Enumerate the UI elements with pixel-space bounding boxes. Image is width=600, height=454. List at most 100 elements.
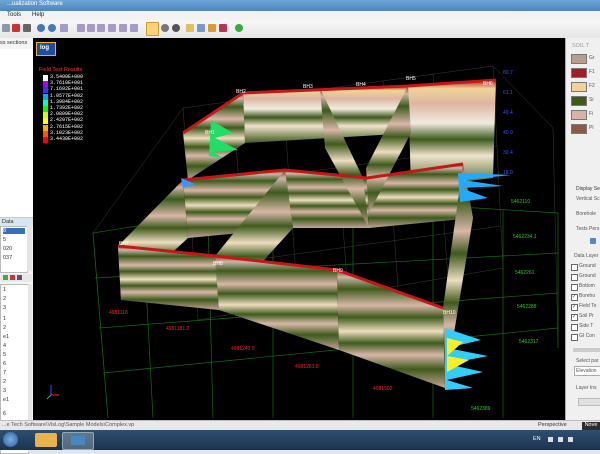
- soil-swatch[interactable]: [571, 68, 587, 78]
- zoom-icon[interactable]: [37, 24, 45, 32]
- tree-item[interactable]: 3: [3, 305, 6, 311]
- network-icon[interactable]: [548, 437, 553, 442]
- battery-icon[interactable]: [568, 437, 573, 442]
- volume-icon[interactable]: [558, 437, 563, 442]
- start-button[interactable]: [3, 432, 18, 447]
- toolbar: [0, 20, 600, 39]
- list-scrollbar[interactable]: [27, 226, 32, 271]
- remove-icon[interactable]: [10, 275, 15, 280]
- settings-icon[interactable]: [172, 24, 180, 32]
- 3d-viewport[interactable]: BH2 BH3 BH4 BH5 BH6 BH1 BH7 BH8 BH9 BH10…: [33, 38, 565, 420]
- view-top-icon[interactable]: [119, 24, 127, 32]
- legend-value: 3.4430E+002: [50, 136, 84, 142]
- tree-item[interactable]: 1: [3, 287, 6, 293]
- axis-x-tick: 4981181.2: [166, 326, 189, 332]
- axis-y-tick: 5462389: [471, 406, 491, 412]
- tree-item[interactable]: e1: [3, 334, 9, 340]
- edit-icon[interactable]: [17, 275, 22, 280]
- layer-checkbox[interactable]: ✓: [571, 304, 578, 311]
- view-back-icon[interactable]: [87, 24, 95, 32]
- list-item[interactable]: 020: [3, 246, 12, 252]
- soil-label: Si: [589, 97, 594, 103]
- layer-checkbox[interactable]: ✓: [571, 314, 578, 321]
- borehole-label: BH6: [483, 81, 493, 87]
- layer-instances-label: Layer Ins: [576, 385, 597, 391]
- layer-checkbox[interactable]: ✓: [571, 294, 578, 301]
- zoom-out-icon[interactable]: [48, 24, 56, 32]
- tree-item[interactable]: 2: [3, 379, 6, 385]
- run-icon[interactable]: [235, 24, 243, 32]
- legend-value: 7.1692E+001: [50, 86, 84, 93]
- layer-input[interactable]: [578, 398, 600, 406]
- cut-icon[interactable]: [12, 24, 20, 32]
- soil-swatch[interactable]: [571, 96, 587, 106]
- borehole-label: BH9: [333, 268, 343, 274]
- list-item[interactable]: 5: [3, 237, 6, 243]
- export-icon[interactable]: [208, 24, 216, 32]
- fence-panel: [215, 256, 339, 350]
- soil-swatch[interactable]: [571, 110, 587, 120]
- add-icon[interactable]: [3, 275, 8, 280]
- report-icon[interactable]: [219, 24, 227, 32]
- save-icon[interactable]: [197, 24, 205, 32]
- rotate-icon[interactable]: [161, 24, 169, 32]
- menu-help[interactable]: Help: [32, 12, 44, 18]
- parameter-select[interactable]: Elevation: [574, 366, 600, 376]
- info-icon[interactable]: [590, 238, 596, 244]
- tree-item[interactable]: e1: [3, 397, 9, 403]
- layer-label: Ground: [579, 263, 596, 269]
- view-right-icon[interactable]: [108, 24, 116, 32]
- tree-item[interactable]: 2: [3, 296, 6, 302]
- folder-icon[interactable]: [186, 24, 194, 32]
- layer-checkbox[interactable]: [571, 334, 578, 341]
- tree-item[interactable]: 2: [3, 325, 6, 331]
- soil-swatch[interactable]: [571, 124, 587, 134]
- soil-label: Fi: [589, 111, 594, 117]
- legend-swatch: [43, 118, 48, 125]
- view-icon[interactable]: [60, 24, 68, 32]
- soil-swatch[interactable]: [571, 54, 587, 64]
- open-icon[interactable]: [2, 24, 10, 32]
- tool-icon[interactable]: [23, 24, 31, 32]
- file-path: ...e Tech Software\VisLog\Sample Models\…: [2, 422, 135, 428]
- menu-tools[interactable]: Tools: [7, 12, 21, 18]
- axis-z-tick: 61.1: [503, 90, 513, 96]
- tree-item[interactable]: 3: [3, 388, 6, 394]
- layer-label: Soil Pr: [579, 313, 594, 319]
- vertical-scale-label: Vertical Sc: [576, 196, 600, 202]
- tree-item[interactable]: 6: [3, 361, 6, 367]
- tree-item[interactable]: 5: [3, 352, 6, 358]
- list-item[interactable]: 8: [3, 228, 25, 234]
- borehole-label: BH4: [356, 82, 366, 88]
- data-list[interactable]: 8 5 020 037: [0, 226, 28, 273]
- layer-checkbox[interactable]: [571, 264, 578, 271]
- borehole-label: Borehole: [576, 211, 597, 217]
- app-taskbar-button[interactable]: [62, 432, 94, 450]
- view-front-icon[interactable]: [77, 24, 85, 32]
- media-player-icon[interactable]: [35, 433, 57, 447]
- tree-item[interactable]: 6: [3, 411, 6, 417]
- tree-item[interactable]: 7: [3, 370, 6, 376]
- layer-scrollbar[interactable]: [573, 348, 600, 352]
- layer-checkbox[interactable]: [571, 284, 578, 291]
- soil-label: F2: [589, 83, 595, 89]
- view-left-icon[interactable]: [97, 24, 105, 32]
- data-layers-label: Data Layer: [574, 253, 599, 259]
- tree-item[interactable]: 4: [3, 343, 6, 349]
- axis-y-tick: 5462261: [515, 270, 535, 276]
- tree-item[interactable]: 1: [3, 316, 6, 322]
- language-indicator[interactable]: EN: [533, 436, 541, 442]
- layer-checkbox[interactable]: [571, 274, 578, 281]
- soil-label: Pl: [589, 125, 594, 131]
- layer-label: Side T: [579, 323, 594, 329]
- axis-z-tick: 40.9: [503, 130, 513, 136]
- list-item[interactable]: 037: [3, 255, 12, 261]
- view-bottom-icon[interactable]: [130, 24, 138, 32]
- axis-z-tick: 30.4: [503, 150, 513, 156]
- axis-z-tick: 49.4: [503, 110, 513, 116]
- select-icon[interactable]: [146, 22, 159, 36]
- soil-swatch[interactable]: [571, 82, 587, 92]
- borehole-label: BH5: [406, 76, 416, 82]
- layer-checkbox[interactable]: [571, 324, 578, 331]
- view-mode: Perspective: [538, 422, 567, 428]
